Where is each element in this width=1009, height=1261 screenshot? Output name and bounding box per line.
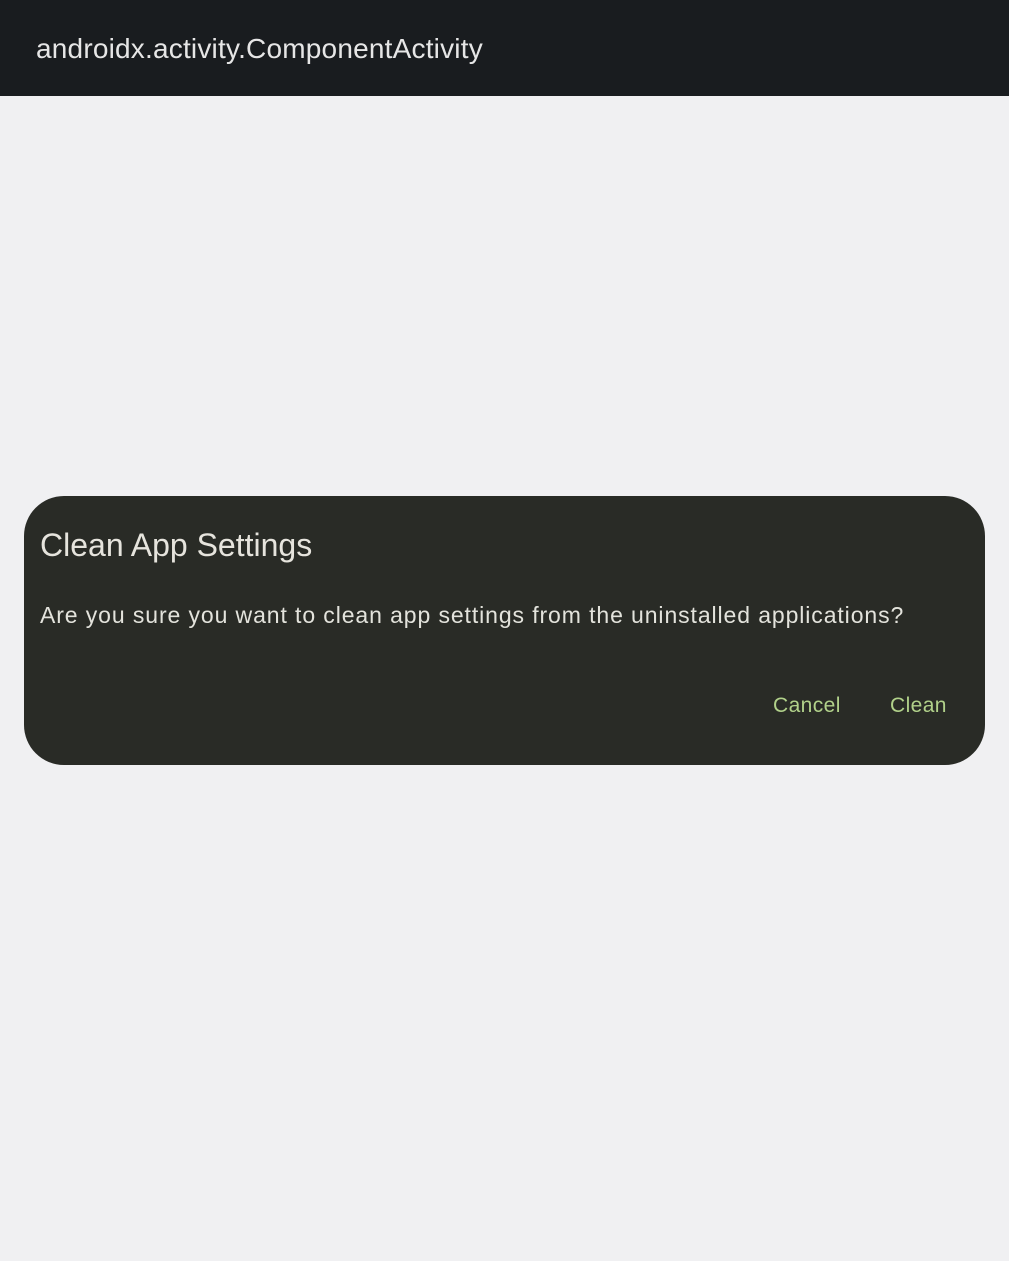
clean-settings-dialog: Clean App Settings Are you sure you want… bbox=[24, 496, 985, 765]
app-bar-title: androidx.activity.ComponentActivity bbox=[36, 33, 483, 64]
clean-button[interactable]: Clean bbox=[874, 680, 963, 732]
dialog-title: Clean App Settings bbox=[40, 527, 313, 563]
dialog-message: Are you sure you want to clean app setti… bbox=[40, 602, 905, 628]
cancel-button[interactable]: Cancel bbox=[757, 680, 857, 732]
app-bar: androidx.activity.ComponentActivity bbox=[0, 0, 1009, 96]
